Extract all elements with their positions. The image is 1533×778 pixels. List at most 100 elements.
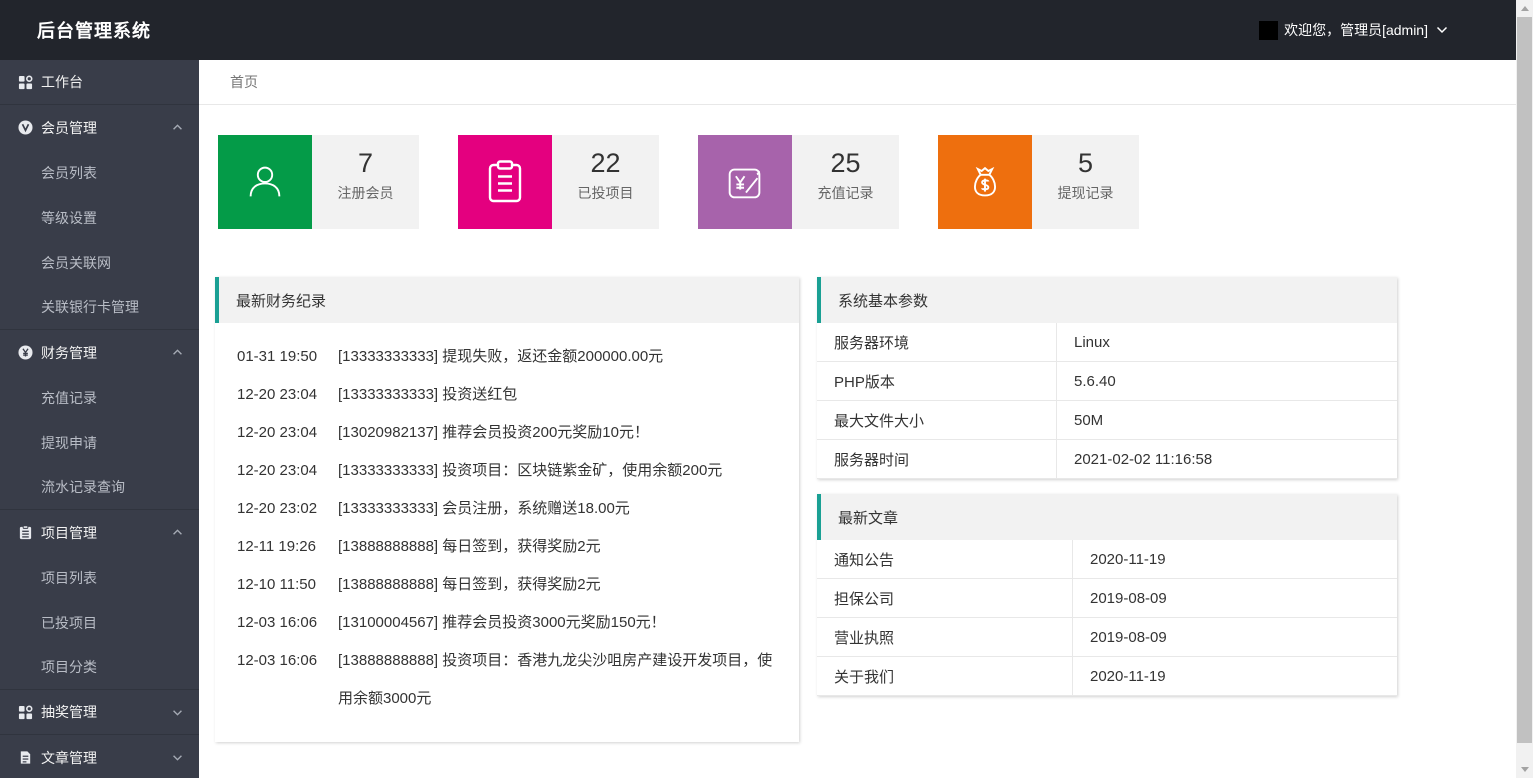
param-value: 2021-02-02 11:16:58 — [1057, 451, 1212, 468]
finance-record-row: 12-03 16:06[13888888888] 投资项目：香港九龙尖沙咀房产建… — [237, 642, 781, 718]
main-content: 首页 7 注册会员 22 已投项目 — [199, 60, 1516, 778]
sidebar-item-project-management[interactable]: 项目管理 — [0, 510, 199, 555]
stat-card-info: 25 充值记录 — [792, 135, 899, 229]
stat-card-info: 7 注册会员 — [312, 135, 419, 229]
stat-label: 提现记录 — [1032, 183, 1139, 203]
article-date: 2019-08-09 — [1073, 629, 1167, 646]
user-avatar — [1259, 21, 1278, 40]
vertical-scrollbar[interactable] — [1516, 0, 1533, 778]
sidebar-item-withdrawal-requests[interactable]: 提现申请 — [0, 420, 199, 465]
top-header: 后台管理系统 欢迎您，管理员[admin] — [0, 0, 1516, 60]
record-text: [13888888888] 每日签到，获得奖励2元 — [338, 566, 781, 604]
sidebar-item-workbench[interactable]: 工作台 — [0, 60, 199, 105]
scroll-up-button[interactable] — [1516, 0, 1533, 17]
table-row: 担保公司2019-08-09 — [817, 579, 1397, 618]
breadcrumb-home-link[interactable]: 首页 — [230, 72, 258, 92]
latest-articles-panel: 最新文章 通知公告2020-11-19 担保公司2019-08-09 营业执照2… — [817, 494, 1397, 696]
finance-record-row: 01-31 19:50[13333333333] 提现失败，返还金额200000… — [237, 338, 781, 376]
stat-label: 已投项目 — [552, 183, 659, 203]
sidebar-item-project-list[interactable]: 项目列表 — [0, 555, 199, 600]
finance-record-row: 12-20 23:04[13333333333] 投资项目：区块链紫金矿，使用余… — [237, 452, 781, 490]
sidebar-item-label: 会员管理 — [41, 118, 172, 138]
stat-label: 注册会员 — [312, 183, 419, 203]
user-menu[interactable]: 欢迎您，管理员[admin] — [1259, 20, 1516, 40]
chevron-up-icon — [172, 529, 183, 536]
finance-record-row: 12-11 19:26[13888888888] 每日签到，获得奖励2元 — [237, 528, 781, 566]
sidebar-item-member-management[interactable]: 会员管理 — [0, 105, 199, 150]
record-time: 12-03 16:06 — [237, 604, 338, 642]
grid-icon — [17, 704, 33, 720]
sidebar-item-bank-card-management[interactable]: 关联银行卡管理 — [0, 285, 199, 330]
sidebar-item-invested-projects[interactable]: 已投项目 — [0, 600, 199, 645]
stat-value: 7 — [312, 148, 419, 178]
record-text: [13020982137] 推荐会员投资200元奖励10元！ — [338, 414, 781, 452]
sidebar-item-project-categories[interactable]: 项目分类 — [0, 645, 199, 690]
clipboard-icon — [17, 525, 33, 541]
record-text: [13888888888] 每日签到，获得奖励2元 — [338, 528, 781, 566]
finance-record-row: 12-20 23:04[13333333333] 投资送红包 — [237, 376, 781, 414]
record-text: [13333333333] 投资项目：区块链紫金矿，使用余额200元 — [338, 452, 781, 490]
record-time: 01-31 19:50 — [237, 338, 338, 376]
sidebar-item-recharge-records[interactable]: 充值记录 — [0, 375, 199, 420]
scrollbar-thumb[interactable] — [1517, 17, 1532, 743]
record-time: 12-20 23:04 — [237, 414, 338, 452]
sidebar-item-label: 工作台 — [41, 72, 183, 92]
stat-card-invested-projects[interactable]: 22 已投项目 — [458, 135, 659, 229]
user-circle-icon — [17, 120, 33, 136]
record-time: 12-10 11:50 — [237, 566, 338, 604]
finance-records-panel: 最新财务纪录 01-31 19:50[13333333333] 提现失败，返还金… — [215, 277, 799, 742]
user-icon — [218, 135, 312, 229]
record-time: 12-20 23:04 — [237, 376, 338, 414]
stat-value: 25 — [792, 148, 899, 178]
finance-records-list: 01-31 19:50[13333333333] 提现失败，返还金额200000… — [215, 323, 799, 742]
table-row: 最大文件大小50M — [817, 401, 1397, 440]
finance-record-row: 12-20 23:02[13333333333] 会员注册，系统赠送18.00元 — [237, 490, 781, 528]
sidebar-item-lottery-management[interactable]: 抽奖管理 — [0, 690, 199, 735]
article-title[interactable]: 通知公告 — [817, 540, 1073, 578]
stat-cards-row: 7 注册会员 22 已投项目 25 充值记录 — [218, 135, 1139, 229]
article-date: 2020-11-19 — [1073, 551, 1166, 568]
scroll-down-button[interactable] — [1516, 761, 1533, 778]
record-time: 12-03 16:06 — [237, 642, 338, 718]
article-title[interactable]: 关于我们 — [817, 657, 1073, 695]
stat-value: 22 — [552, 148, 659, 178]
finance-record-row: 12-20 23:04[13020982137] 推荐会员投资200元奖励10元… — [237, 414, 781, 452]
stat-card-info: 5 提现记录 — [1032, 135, 1139, 229]
app-title: 后台管理系统 — [0, 17, 151, 43]
scroll-down-arrow-icon — [1521, 767, 1529, 772]
welcome-text: 欢迎您，管理员[admin] — [1284, 20, 1428, 40]
article-title[interactable]: 营业执照 — [817, 618, 1073, 656]
table-row: 通知公告2020-11-19 — [817, 540, 1397, 579]
record-text: [13100004567] 推荐会员投资3000元奖励150元！ — [338, 604, 781, 642]
finance-record-row: 12-10 11:50[13888888888] 每日签到，获得奖励2元 — [237, 566, 781, 604]
record-text: [13333333333] 会员注册，系统赠送18.00元 — [338, 490, 781, 528]
article-title[interactable]: 担保公司 — [817, 579, 1073, 617]
param-label: 服务器时间 — [817, 440, 1057, 478]
record-time: 12-11 19:26 — [237, 528, 338, 566]
panel-title: 最新财务纪录 — [215, 277, 799, 323]
param-value: Linux — [1057, 334, 1110, 351]
chevron-up-icon — [172, 349, 183, 356]
article-date: 2020-11-19 — [1073, 668, 1166, 685]
sidebar-item-transaction-query[interactable]: 流水记录查询 — [0, 465, 199, 510]
sidebar-item-article-management[interactable]: 文章管理 — [0, 735, 199, 778]
grid-icon — [17, 74, 33, 90]
panel-title: 系统基本参数 — [817, 277, 1397, 323]
sidebar-item-member-network[interactable]: 会员关联网 — [0, 240, 199, 285]
chevron-up-icon — [172, 124, 183, 131]
sidebar-item-label: 抽奖管理 — [41, 702, 172, 722]
sidebar-item-level-settings[interactable]: 等级设置 — [0, 195, 199, 240]
stat-card-recharge-records[interactable]: 25 充值记录 — [698, 135, 899, 229]
record-time: 12-20 23:04 — [237, 452, 338, 490]
param-value: 5.6.40 — [1057, 373, 1116, 390]
sidebar-item-finance-management[interactable]: 财务管理 — [0, 330, 199, 375]
param-label: 服务器环境 — [817, 323, 1057, 361]
sidebar-item-label: 项目管理 — [41, 523, 172, 543]
record-text: [13333333333] 投资送红包 — [338, 376, 781, 414]
sidebar-item-member-list[interactable]: 会员列表 — [0, 150, 199, 195]
document-icon — [17, 750, 33, 766]
stat-card-withdrawal-records[interactable]: 5 提现记录 — [938, 135, 1139, 229]
clipboard-icon — [458, 135, 552, 229]
stat-card-registered-members[interactable]: 7 注册会员 — [218, 135, 419, 229]
sidebar-nav: 工作台 会员管理 会员列表 等级设置 会员关联网 关联银行卡管理 财务管理 充值… — [0, 60, 199, 778]
